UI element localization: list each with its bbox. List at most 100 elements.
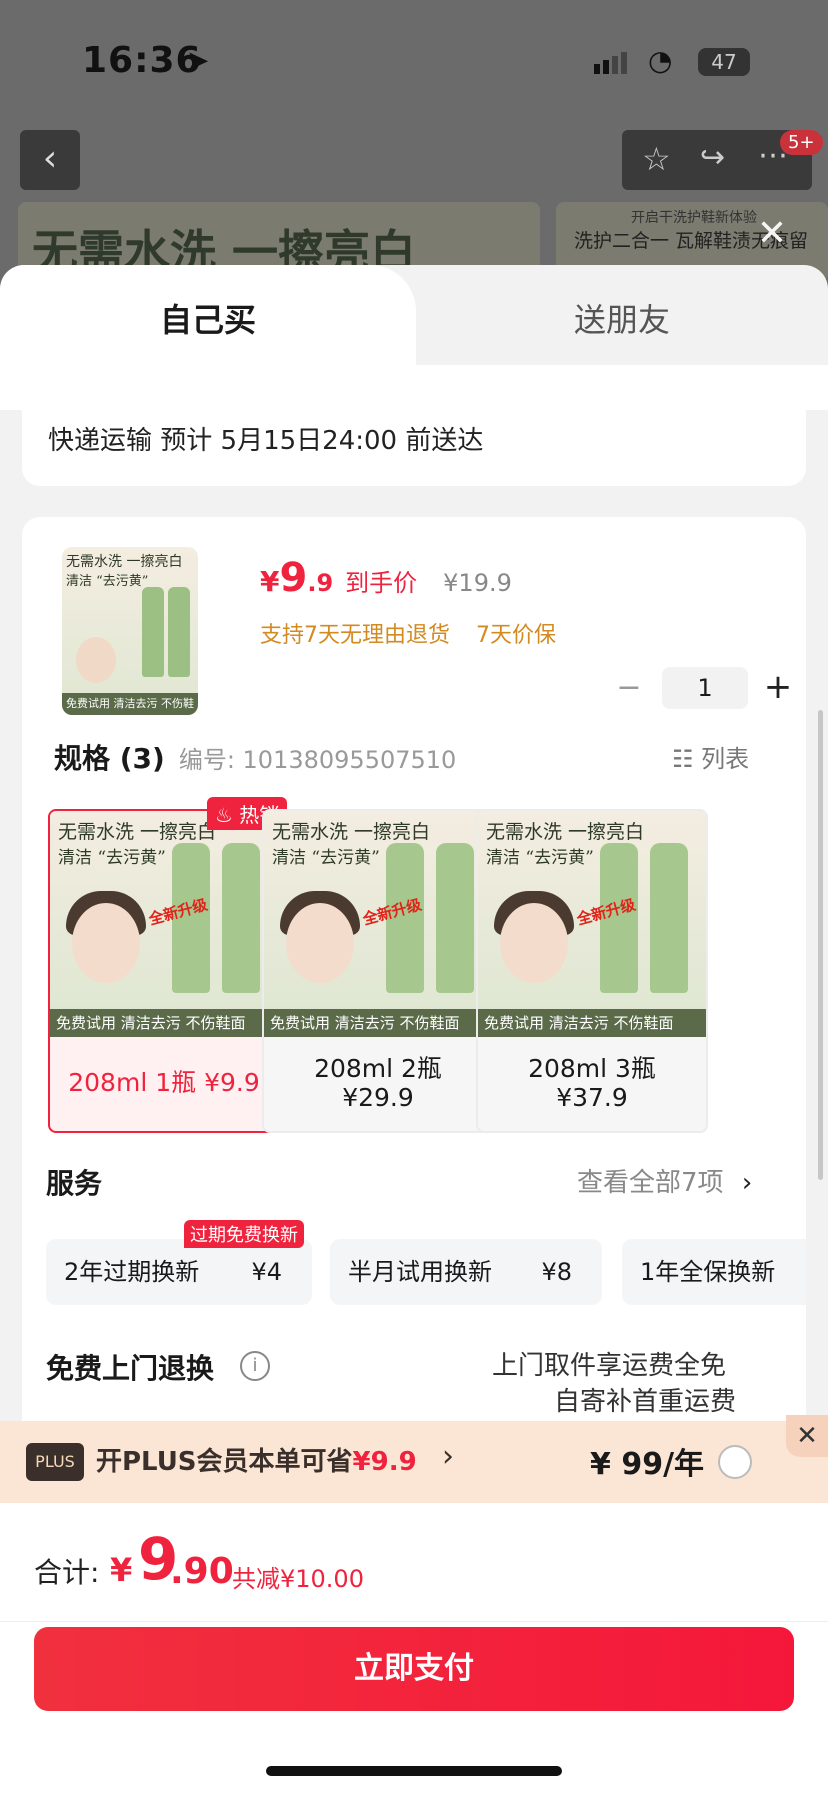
variant-label: 208ml 3瓶: [528, 1054, 656, 1083]
delivery-text: 快递运输 预计 5月15日24:00 前送达: [48, 426, 484, 456]
delivery-card[interactable]: 快递运输 预计 5月15日24:00 前送达: [22, 390, 806, 486]
location-icon: ➤: [186, 44, 210, 77]
model-image: [500, 903, 568, 983]
tab-send-to-friend-label: 送朋友: [573, 301, 670, 339]
close-icon[interactable]: ✕: [786, 1415, 828, 1457]
return-info-line2: 自寄补首重运费: [554, 1387, 737, 1417]
backdrop-banner-right-top: 开启干洗护鞋新体验: [631, 210, 757, 226]
plus-logo: PLUS: [26, 1443, 84, 1481]
battery-icon: 47: [698, 48, 750, 76]
thumb-text-1: 无需水洗 一擦亮白: [66, 554, 183, 570]
list-toggle-label: 列表: [701, 745, 750, 773]
variant-image-footer: 免费试用 清洁去污 不伤鞋面: [50, 1009, 278, 1037]
product-code: 编号: 10138095507510: [178, 746, 457, 774]
bottle-image: [222, 843, 260, 993]
free-return-title: 免费上门退换: [46, 1352, 215, 1385]
original-price: ¥19.9: [443, 569, 512, 597]
plus-promo-label: 开PLUS会员本单可省: [96, 1447, 353, 1477]
plus-promo-text: 开PLUS会员本单可省¥9.9: [96, 1441, 417, 1478]
services-title: 服务: [46, 1167, 103, 1200]
service-fee: ¥4: [251, 1258, 282, 1286]
clock: 16:36: [82, 40, 202, 81]
service-guarantees: 支持7天无理由退货 7天价保: [260, 617, 582, 649]
variant-image: 无需水洗 一擦亮白 清洁 “去污黄” 全新升级 免费试用 清洁去污 不伤鞋面: [50, 811, 278, 1037]
price-decimal: .9: [307, 569, 334, 597]
variant-price: ¥29.9: [342, 1083, 414, 1112]
signal-icon: [594, 52, 628, 74]
checkout-footer: 合计: ¥ 9 .90 共减¥10.00 立即支付: [0, 1503, 828, 1796]
bottle-image: [650, 843, 688, 993]
total-label: 合计:: [34, 1556, 100, 1589]
variant-image-subtext: 清洁 “去污黄”: [58, 848, 166, 868]
tab-send-to-friend[interactable]: 送朋友: [0, 265, 828, 365]
variant-image-footer: 免费试用 清洁去污 不伤鞋面: [264, 1009, 492, 1037]
variant-label: 208ml 2瓶: [314, 1054, 442, 1083]
flame-icon: ♨: [215, 803, 233, 827]
service-option-1[interactable]: 2年过期换新 ¥4: [46, 1239, 312, 1305]
variant-option-2[interactable]: 无需水洗 一擦亮白 清洁 “去污黄” 全新升级 免费试用 清洁去污 不伤鞋面 2…: [262, 809, 494, 1133]
scrollbar[interactable]: [818, 710, 823, 1180]
share-icon[interactable]: ↪: [700, 140, 725, 175]
thumb-text-2: 清洁 “去污黄”: [66, 574, 149, 589]
service-tag: 过期免费换新: [184, 1220, 304, 1248]
variant-image-text: 无需水洗 一擦亮白: [58, 821, 217, 843]
price-currency: ¥: [260, 565, 280, 598]
thumb-footer: 免费试用 清洁去污 不伤鞋面: [62, 693, 198, 715]
variant-label: 208ml 1瓶 ¥9.9: [68, 1068, 260, 1097]
plus-price: ¥ 99/年: [590, 1447, 705, 1482]
list-view-toggle[interactable]: ☷ 列表: [672, 739, 749, 774]
total-decimal: .90: [170, 1551, 234, 1592]
service-fee: ¥8: [541, 1258, 572, 1286]
plus-saving: ¥9.9: [352, 1447, 417, 1477]
info-icon[interactable]: i: [240, 1351, 270, 1381]
variant-image: 无需水洗 一擦亮白 清洁 “去污黄” 全新升级 免费试用 清洁去污 不伤鞋面: [264, 811, 492, 1037]
plus-select-radio[interactable]: [718, 1445, 752, 1479]
variant-image-text: 无需水洗 一擦亮白: [272, 821, 431, 843]
quantity-value[interactable]: 1: [662, 667, 748, 709]
plus-membership-banner[interactable]: PLUS 开PLUS会员本单可省¥9.9 › ¥ 99/年 ✕: [0, 1415, 828, 1503]
spec-title: 规格 (3): [54, 742, 165, 775]
variant-price: ¥37.9: [556, 1083, 628, 1112]
service-option-2[interactable]: 半月试用换新 ¥8: [330, 1239, 602, 1305]
total-saving: 共减¥10.00: [232, 1565, 364, 1593]
home-indicator[interactable]: [266, 1766, 562, 1776]
close-icon[interactable]: ✕: [752, 214, 792, 254]
spec-header: 规格 (3) 编号: 10138095507510: [54, 737, 456, 777]
variant-image-subtext: 清洁 “去污黄”: [486, 848, 594, 868]
model-image: [72, 903, 140, 983]
decrease-button[interactable]: −: [612, 667, 646, 709]
bottle-image: [436, 843, 474, 993]
status-bar: 16:36 ➤ ◔ 47: [0, 0, 828, 120]
price-protection: 7天价保: [476, 623, 556, 648]
chevron-right-icon: ›: [741, 1168, 753, 1198]
return-policy: 支持7天无理由退货: [260, 623, 450, 648]
favorite-icon[interactable]: ☆: [642, 140, 671, 178]
model-image: [76, 637, 116, 683]
pay-now-button[interactable]: 立即支付: [34, 1627, 794, 1711]
price-row: ¥9.9 到手价 ¥19.9: [260, 555, 512, 601]
notification-badge: 5+: [780, 130, 823, 155]
service-name: 半月试用换新: [348, 1258, 492, 1286]
variant-image-text: 无需水洗 一擦亮白: [486, 821, 645, 843]
view-all-services[interactable]: 查看全部7项 ›: [577, 1162, 752, 1199]
divider: [0, 1621, 828, 1622]
service-option-3[interactable]: 1年全保换新: [622, 1239, 806, 1305]
price-tag: 到手价: [345, 569, 418, 597]
service-name: 1年全保换新: [640, 1258, 776, 1286]
increase-button[interactable]: +: [758, 667, 798, 707]
chevron-right-icon: ›: [442, 1439, 454, 1474]
bottle-image: [168, 587, 190, 677]
price-integer: 9: [279, 555, 308, 601]
variant-option-1[interactable]: 无需水洗 一擦亮白 清洁 “去污黄” 全新升级 免费试用 清洁去污 不伤鞋面 2…: [48, 809, 280, 1133]
variant-image-subtext: 清洁 “去污黄”: [272, 848, 380, 868]
bottle-image: [142, 587, 164, 677]
total-currency: ¥: [110, 1551, 133, 1589]
service-name: 2年过期换新: [64, 1258, 200, 1286]
variant-image: 无需水洗 一擦亮白 清洁 “去污黄” 全新升级 免费试用 清洁去污 不伤鞋面: [478, 811, 706, 1037]
variant-option-3[interactable]: 无需水洗 一擦亮白 清洁 “去污黄” 全新升级 免费试用 清洁去污 不伤鞋面 2…: [476, 809, 708, 1133]
battery-level: 47: [711, 50, 737, 74]
view-all-services-label: 查看全部7项: [577, 1168, 724, 1198]
wifi-icon: ◔: [648, 44, 673, 77]
product-thumbnail[interactable]: 无需水洗 一擦亮白 清洁 “去污黄” 免费试用 清洁去污 不伤鞋面: [62, 547, 198, 715]
back-button[interactable]: ‹: [20, 130, 80, 190]
